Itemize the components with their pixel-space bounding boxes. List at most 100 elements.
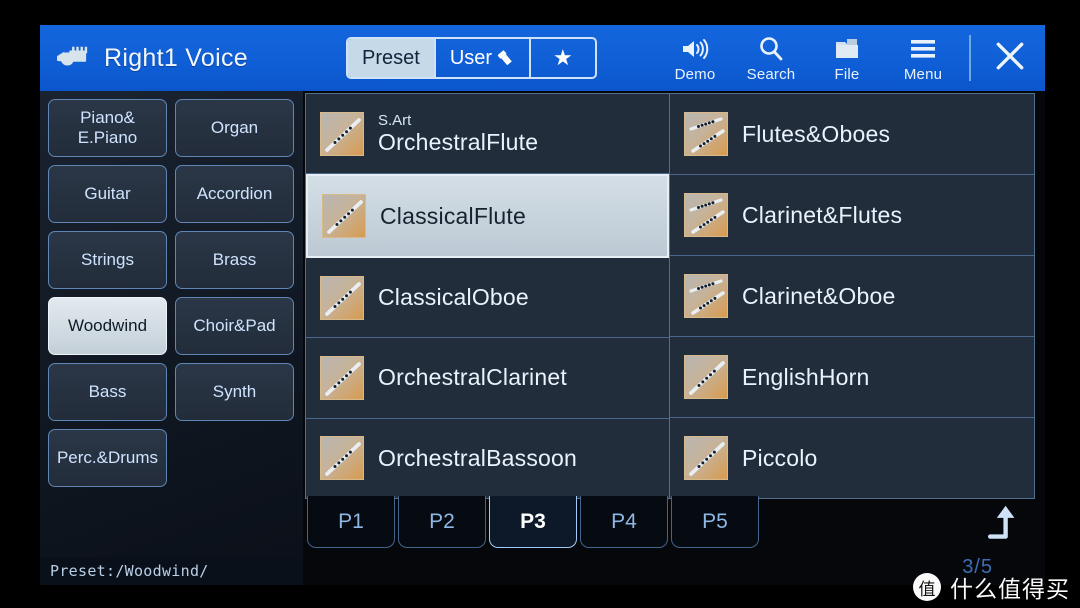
sidebar-item-accordion[interactable]: Accordion (175, 165, 294, 223)
sidebar-item-label: Synth (212, 382, 257, 402)
close-button[interactable] (979, 25, 1041, 91)
category-sidebar: Piano& E.Piano Organ Guitar Accordion Strings… (40, 91, 303, 557)
sidebar-item-perc-drums[interactable]: Perc.&Drums (48, 429, 167, 487)
source-segmented-control[interactable]: Preset User ★ (346, 37, 597, 79)
page-tab-p2[interactable]: P2 (398, 496, 486, 548)
tab-preset[interactable]: Preset (348, 39, 436, 77)
file-label: File (834, 65, 860, 83)
page-tab-label: P1 (338, 509, 364, 533)
folder-icon (833, 34, 861, 64)
sidebar-item-label: Piano& E.Piano (77, 108, 138, 147)
tab-favorites[interactable]: ★ (531, 39, 595, 77)
tab-user-label: User (449, 46, 493, 69)
page-tab-p3[interactable]: P3 (489, 496, 577, 548)
up-arrow-button[interactable] (975, 499, 1023, 543)
voice-list-item[interactable]: Clarinet&Oboe (670, 256, 1034, 337)
lcd-panel: Right1 Voice Preset User ★ Demo Search F… (40, 25, 1045, 585)
sidebar-item-woodwind[interactable]: Woodwind (48, 297, 167, 355)
toolbar-divider (969, 35, 971, 81)
voice-list-item[interactable]: EnglishHorn (670, 337, 1034, 418)
search-button[interactable]: Search (733, 25, 809, 91)
usb-stick-icon (495, 48, 515, 68)
page-tab-label: P4 (611, 509, 637, 533)
page-tab-label: P3 (520, 509, 546, 533)
english-horn-thumbnail (684, 355, 728, 399)
sidebar-item-strings[interactable]: Strings (48, 231, 167, 289)
star-icon: ★ (553, 45, 573, 70)
voice-column-left: S.Art OrchestralFlute ClassicalFlute Classi… (306, 94, 670, 498)
demo-button[interactable]: Demo (657, 25, 733, 91)
flute-thumbnail (320, 111, 364, 156)
voice-column-right: Flutes&Oboes Clarinet&Flutes Clarinet&Oboe… (670, 94, 1034, 498)
sidebar-item-label: Organ (210, 118, 259, 138)
demo-label: Demo (674, 65, 716, 83)
voice-list-item[interactable]: ClassicalFlute (306, 174, 669, 258)
voice-text-block: Clarinet&Oboe (742, 282, 896, 309)
clarinet-thumbnail (320, 355, 364, 400)
title-zone: Right1 Voice (40, 43, 340, 73)
page-title: Right1 Voice (104, 43, 248, 72)
voice-list-item[interactable]: ClassicalOboe (306, 258, 669, 339)
voice-list-item[interactable]: Clarinet&Flutes (670, 175, 1034, 256)
page-tab-p4[interactable]: P4 (580, 496, 668, 548)
voice-text-block: ClassicalOboe (378, 286, 529, 309)
piccolo-thumbnail (684, 436, 728, 480)
speaker-icon (680, 34, 710, 64)
sidebar-item-label: Guitar (84, 184, 131, 204)
voice-text-block: Piccolo (742, 444, 818, 471)
voice-list-item[interactable]: Flutes&Oboes (670, 94, 1034, 175)
sidebar-item-label: Choir&Pad (193, 316, 276, 336)
sidebar-item-brass[interactable]: Brass (175, 231, 294, 289)
hand-keyboard-icon (54, 43, 92, 73)
page-tab-p5[interactable]: P5 (671, 496, 759, 548)
voice-text-block: Flutes&Oboes (742, 120, 891, 147)
sidebar-item-organ[interactable]: Organ (175, 99, 294, 157)
search-label: Search (746, 65, 796, 83)
voice-text-block: OrchestralBassoon (378, 446, 577, 470)
flutes-oboes-thumbnail (684, 112, 728, 156)
voice-name-label: Clarinet&Oboe (742, 282, 896, 309)
voice-text-block: S.Art OrchestralFlute (378, 113, 538, 154)
voice-list-item[interactable]: OrchestralClarinet (306, 338, 669, 419)
page-tab-label: P5 (702, 509, 728, 533)
header-bar: Right1 Voice Preset User ★ Demo Search F… (40, 25, 1045, 91)
voice-list-item[interactable]: OrchestralBassoon (306, 419, 669, 498)
voice-name-label: Flutes&Oboes (742, 120, 891, 147)
voice-name-label: OrchestralFlute (378, 129, 539, 156)
sidebar-item-label: Perc.&Drums (56, 448, 159, 468)
sidebar-item-label: Woodwind (67, 316, 148, 336)
clarinet-flutes-thumbnail (684, 193, 728, 237)
file-button[interactable]: File (809, 25, 885, 91)
hamburger-menu-icon (909, 34, 937, 64)
menu-button[interactable]: Menu (885, 25, 961, 91)
close-icon (993, 39, 1027, 78)
menu-label: Menu (903, 65, 943, 83)
watermark-text: 什么值得买 (950, 577, 1070, 603)
sidebar-item-choir-pad[interactable]: Choir&Pad (175, 297, 294, 355)
search-icon (758, 34, 784, 64)
bassoon-thumbnail (320, 436, 364, 481)
page-tab-label: P2 (429, 509, 455, 533)
path-text: Preset:/Woodwind/ (50, 562, 209, 580)
content-area: Piano& E.Piano Organ Guitar Accordion Strings… (40, 91, 1045, 585)
device-screen: Right1 Voice Preset User ★ Demo Search F… (0, 0, 1080, 608)
voice-text-block: OrchestralClarinet (378, 366, 567, 389)
sidebar-item-label: Accordion (196, 184, 273, 204)
watermark: 值 什么值得买 (913, 570, 1070, 604)
sidebar-item-bass[interactable]: Bass (48, 363, 167, 421)
toolbar: Demo Search File Menu (657, 25, 1045, 91)
sidebar-item-synth[interactable]: Synth (175, 363, 294, 421)
voice-list-item[interactable]: Piccolo (670, 418, 1034, 498)
sidebar-item-piano-e-piano[interactable]: Piano& E.Piano (48, 99, 167, 157)
sidebar-item-guitar[interactable]: Guitar (48, 165, 167, 223)
voice-name-label: OrchestralClarinet (378, 364, 567, 391)
page-tab-p1[interactable]: P1 (307, 496, 395, 548)
voice-text-block: EnglishHorn (742, 365, 870, 389)
clarinet-oboe-thumbnail (684, 274, 728, 318)
path-bar: Preset:/Woodwind/ (40, 557, 303, 585)
sidebar-item-label: Strings (81, 250, 134, 270)
voice-list-item[interactable]: S.Art OrchestralFlute (306, 94, 669, 175)
voice-name-label: Piccolo (742, 444, 818, 471)
tab-user[interactable]: User (436, 39, 532, 77)
voice-list-panel: S.Art OrchestralFlute ClassicalFlute Classi… (305, 93, 1035, 499)
